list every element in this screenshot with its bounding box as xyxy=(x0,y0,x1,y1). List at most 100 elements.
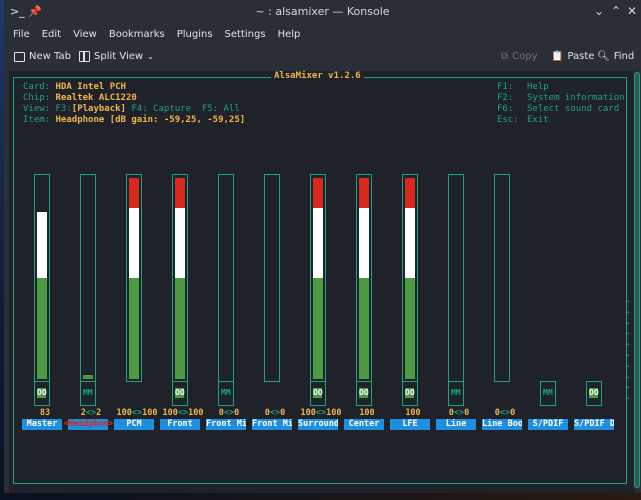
switch-state: MM xyxy=(451,387,461,397)
level-white xyxy=(313,208,323,278)
title-bar: >_ 📌 ~ : alsamixer — Konsole ⌄ ⌃ ✕ xyxy=(4,0,641,24)
search-icon: 🔍︎ xyxy=(597,51,610,62)
menu-bar: File Edit View Bookmarks Plugins Setting… xyxy=(4,24,303,44)
new-tab-icon xyxy=(14,51,25,62)
level-red xyxy=(129,178,139,208)
scroll-arrow-icon: → xyxy=(625,350,630,359)
key-esc: Esc: Exit xyxy=(497,115,549,125)
switch-state: MM xyxy=(83,387,93,397)
volume-bar[interactable] xyxy=(402,174,418,382)
volume-bar[interactable] xyxy=(448,174,464,382)
scroll-arrow-icon: → xyxy=(625,394,630,403)
scrollbar-handle[interactable] xyxy=(634,72,640,488)
split-view-button[interactable]: Split View ⌄ xyxy=(79,51,154,62)
level-green xyxy=(37,278,47,379)
channel-label[interactable]: Front Mi xyxy=(252,419,292,430)
switch-state: OO xyxy=(359,387,369,398)
channel-label[interactable]: S/PDIF D xyxy=(574,419,614,430)
level-green xyxy=(175,278,185,379)
close-icon[interactable]: ✕ xyxy=(627,4,637,18)
scrollbar[interactable] xyxy=(633,70,641,490)
alsamixer-title: AlsaMixer v1.2.6 xyxy=(271,71,364,81)
volume-bar[interactable] xyxy=(264,174,280,382)
scroll-arrow-icon: → xyxy=(625,372,630,381)
channel-label[interactable]: LFE xyxy=(390,419,430,430)
menu-view[interactable]: View xyxy=(73,29,97,40)
terminal-area[interactable]: AlsaMixer v1.2.6 Card: HDA Intel PCH Chi… xyxy=(9,71,635,493)
copy-button[interactable]: ⧉ Copy xyxy=(501,51,538,62)
volume-bar[interactable] xyxy=(172,174,188,382)
scroll-arrow-icon: → xyxy=(625,329,630,338)
key-f1: F1: Help xyxy=(497,82,549,92)
muted-switch[interactable]: MM xyxy=(448,380,464,406)
scroll-arrow-icon: → xyxy=(625,318,630,327)
info-chip: Chip: Realtek ALC1220 xyxy=(23,93,137,103)
paste-button[interactable]: 📋 Paste xyxy=(551,51,594,62)
new-tab-button[interactable]: New Tab xyxy=(14,51,71,62)
channel-label[interactable]: Front xyxy=(160,419,200,430)
minimize-icon[interactable]: ⌄ xyxy=(594,4,604,18)
menu-settings[interactable]: Settings xyxy=(225,29,266,40)
level-green xyxy=(129,278,139,379)
volume-bar[interactable] xyxy=(34,174,50,382)
split-view-icon xyxy=(79,51,90,62)
key-f6: F6: Select sound card xyxy=(497,104,620,114)
unmuted-switch[interactable]: OO xyxy=(172,380,188,406)
channel-label[interactable]: Line Boo xyxy=(482,419,522,430)
level-red xyxy=(405,178,415,208)
level-green xyxy=(405,278,415,379)
level-green xyxy=(313,278,323,379)
info-card: Card: HDA Intel PCH xyxy=(23,82,126,92)
volume-bar[interactable] xyxy=(356,174,372,382)
volume-bar[interactable] xyxy=(310,174,326,382)
info-view: View: F3:[Playback] F4: Capture F5: All xyxy=(23,104,240,114)
muted-switch[interactable]: MM xyxy=(218,380,234,406)
switch-state: OO xyxy=(313,387,323,398)
channel-label[interactable]: Line xyxy=(436,419,476,430)
menu-edit[interactable]: Edit xyxy=(42,29,61,40)
scroll-arrows: → → → → → → → → → → xyxy=(625,296,629,404)
channel-label[interactable]: S/PDIF xyxy=(528,419,568,430)
unmuted-switch[interactable]: OO xyxy=(586,380,602,406)
level-white xyxy=(359,208,369,278)
muted-switch[interactable]: MM xyxy=(80,380,96,406)
maximize-icon[interactable]: ⌃ xyxy=(611,4,621,18)
menu-bookmarks[interactable]: Bookmarks xyxy=(109,29,165,40)
find-button[interactable]: 🔍︎ Find xyxy=(597,51,634,62)
volume-bar[interactable] xyxy=(494,174,510,382)
muted-switch[interactable]: MM xyxy=(540,380,556,406)
info-item: Item: Headphone [dB gain: -59,25, -59,25… xyxy=(23,115,246,125)
menu-file[interactable]: File xyxy=(13,29,30,40)
channel-label[interactable]: Headphon xyxy=(68,419,108,430)
chevron-down-icon[interactable]: ⌄ xyxy=(147,52,154,61)
scroll-arrow-icon: → xyxy=(625,307,630,316)
scroll-arrow-icon: → xyxy=(625,340,630,349)
unmuted-switch[interactable]: OO xyxy=(356,380,372,406)
switch-state: MM xyxy=(543,387,553,397)
level-red xyxy=(359,178,369,208)
switch-state: OO xyxy=(589,387,599,398)
channel-label[interactable]: Center xyxy=(344,419,384,430)
level-red xyxy=(175,178,185,208)
menu-plugins[interactable]: Plugins xyxy=(177,29,213,40)
channel-label[interactable]: Master xyxy=(22,419,62,430)
paste-icon: 📋 xyxy=(551,51,564,62)
switch-state: OO xyxy=(175,387,185,398)
volume-bar[interactable] xyxy=(80,174,96,382)
unmuted-switch[interactable]: OO xyxy=(310,380,326,406)
toolbar: New Tab Split View ⌄ ⧉ Copy 📋 Paste 🔍︎ F… xyxy=(4,46,641,70)
level-white xyxy=(37,212,47,278)
menu-help[interactable]: Help xyxy=(278,29,301,40)
volume-bar[interactable] xyxy=(218,174,234,382)
switch-state: MM xyxy=(221,387,231,397)
channel-label[interactable]: Front Mi xyxy=(206,419,246,430)
channel-label[interactable]: PCM xyxy=(114,419,154,430)
volume-bar[interactable] xyxy=(126,174,142,382)
channel-value: 0<>0 xyxy=(494,408,516,418)
unmuted-switch[interactable]: OO xyxy=(402,380,418,406)
unmuted-switch[interactable]: OO xyxy=(34,380,50,406)
level-red xyxy=(313,178,323,208)
selection-marker-right: > xyxy=(108,419,114,429)
level-white xyxy=(129,208,139,278)
channel-label[interactable]: Surround xyxy=(298,419,338,430)
